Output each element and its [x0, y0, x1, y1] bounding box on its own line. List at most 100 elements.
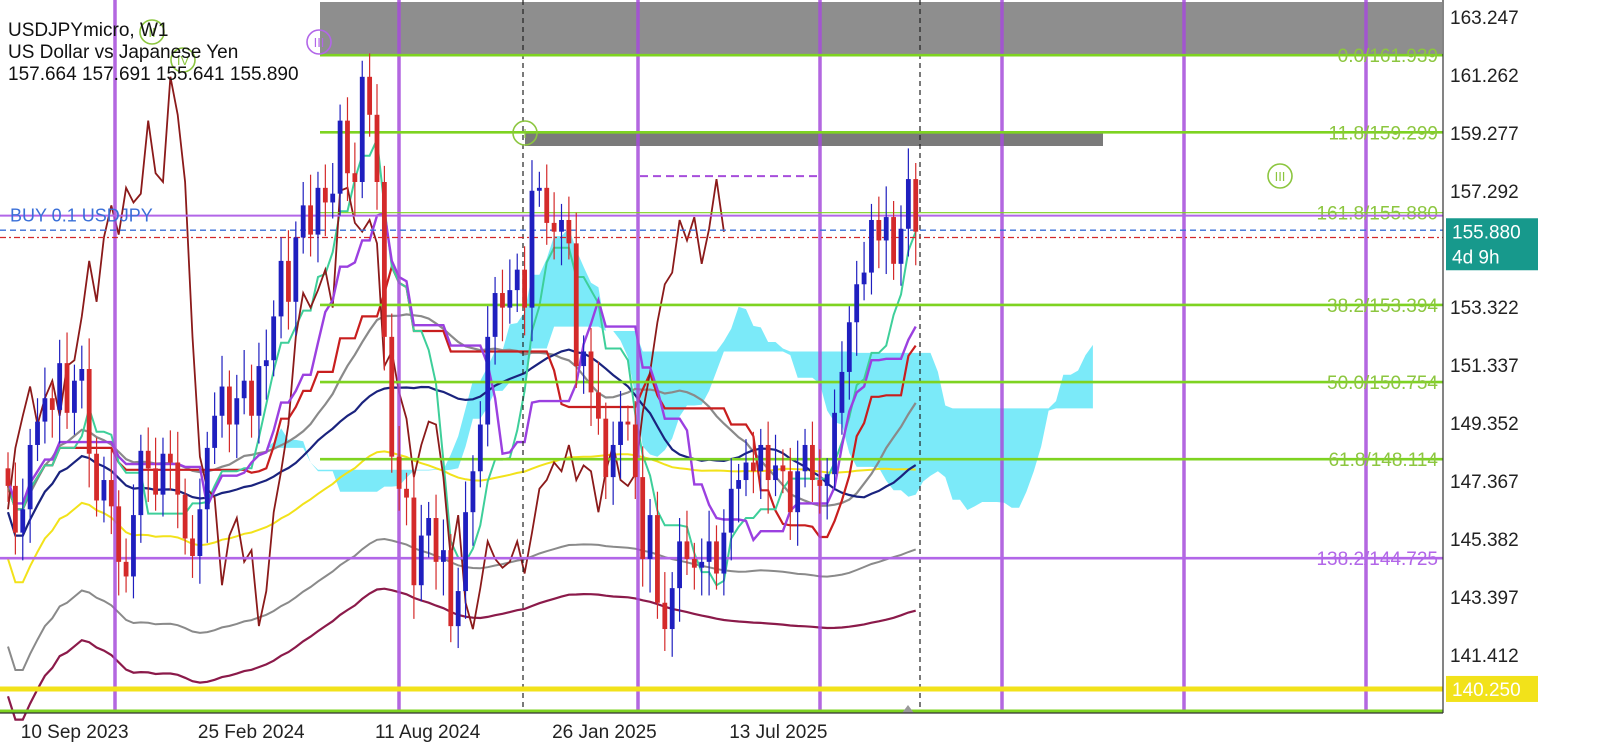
candle-body[interactable] — [263, 360, 269, 367]
candle-body[interactable] — [448, 550, 454, 627]
candle-body[interactable] — [662, 602, 668, 630]
candle-body[interactable] — [750, 462, 756, 472]
candle-body[interactable] — [204, 447, 210, 510]
candle-body[interactable] — [396, 456, 402, 489]
candle-body[interactable] — [655, 515, 660, 603]
candle-body[interactable] — [736, 480, 742, 489]
candle-body[interactable] — [581, 351, 587, 367]
candle-body[interactable] — [588, 351, 594, 393]
candle-body[interactable] — [49, 398, 55, 410]
candle-body[interactable] — [411, 497, 417, 586]
candle-body[interactable] — [5, 468, 11, 486]
candle-body[interactable] — [669, 588, 675, 630]
candle-body[interactable] — [795, 471, 801, 513]
candle-body[interactable] — [743, 462, 749, 481]
candle-body[interactable] — [765, 444, 771, 481]
candle-body[interactable] — [359, 76, 365, 183]
candle-body[interactable] — [787, 471, 793, 513]
candle-body[interactable] — [832, 412, 837, 475]
candle-body[interactable] — [153, 468, 158, 495]
candle-body[interactable] — [573, 243, 579, 367]
candle-body[interactable] — [94, 453, 99, 501]
candle-body[interactable] — [846, 322, 852, 372]
candle-body[interactable] — [20, 509, 26, 533]
candle-body[interactable] — [869, 219, 874, 273]
candle-body[interactable] — [197, 509, 203, 557]
candle-body[interactable] — [72, 380, 77, 413]
candle-body[interactable] — [182, 494, 188, 539]
candle-body[interactable] — [145, 450, 151, 469]
candle-body[interactable] — [241, 380, 247, 399]
candle-body[interactable] — [625, 421, 631, 425]
candle-body[interactable] — [551, 222, 557, 232]
candle-body[interactable] — [212, 415, 218, 448]
candle-body[interactable] — [677, 541, 682, 589]
candle-body[interactable] — [322, 187, 328, 203]
candle-body[interactable] — [500, 293, 505, 308]
candle-body[interactable] — [898, 228, 904, 264]
chart-window[interactable]: 0.0/161.939 11.8/159.299 161.8/155.880 38.2… — [0, 0, 1600, 745]
candle-body[interactable] — [714, 541, 719, 574]
candle-body[interactable] — [116, 506, 122, 562]
candle-body[interactable] — [618, 421, 623, 445]
candle-body[interactable] — [610, 444, 616, 478]
candle-body[interactable] — [780, 465, 786, 472]
candle-body[interactable] — [293, 237, 299, 302]
candle-body[interactable] — [463, 512, 468, 592]
candle-body[interactable] — [536, 187, 542, 191]
candle-body[interactable] — [603, 418, 609, 478]
candle-body[interactable] — [839, 371, 845, 413]
candle-body[interactable] — [271, 316, 277, 361]
candle-body[interactable] — [389, 336, 395, 457]
candle-body[interactable] — [101, 480, 107, 501]
candle-body[interactable] — [12, 485, 18, 533]
candle-body[interactable] — [699, 561, 705, 568]
candle-body[interactable] — [891, 217, 896, 264]
candle-body[interactable] — [758, 444, 764, 472]
candle-body[interactable] — [35, 421, 40, 445]
candle-body[interactable] — [721, 532, 727, 574]
candle-body[interactable] — [300, 205, 306, 238]
candle-body[interactable] — [647, 515, 653, 559]
candle-body[interactable] — [559, 219, 564, 232]
candle-body[interactable] — [728, 488, 734, 533]
candle-body[interactable] — [234, 398, 240, 425]
price-chart[interactable]: 0.0/161.939 11.8/159.299 161.8/155.880 38.2… — [0, 0, 1600, 745]
candle-body[interactable] — [876, 219, 882, 241]
candle-body[interactable] — [404, 488, 409, 498]
candle-body[interactable] — [632, 424, 638, 478]
candle-body[interactable] — [824, 474, 830, 486]
candle-body[interactable] — [802, 444, 808, 472]
candle-body[interactable] — [86, 369, 92, 454]
candle-body[interactable] — [433, 518, 439, 562]
candle-body[interactable] — [57, 363, 63, 410]
candle-body[interactable] — [167, 453, 173, 463]
candle-body[interactable] — [367, 76, 373, 115]
candle-body[interactable] — [477, 424, 483, 472]
candle-body[interactable] — [810, 444, 815, 481]
candle-body[interactable] — [418, 535, 424, 586]
candle-body[interactable] — [544, 187, 550, 223]
candle-body[interactable] — [138, 450, 144, 516]
candle-body[interactable] — [691, 558, 697, 568]
candle-body[interactable] — [566, 219, 572, 244]
candle-body[interactable] — [817, 480, 823, 486]
candle-body[interactable] — [249, 380, 254, 416]
candle-body[interactable] — [492, 293, 498, 337]
candle-body[interactable] — [64, 363, 70, 413]
candle-body[interactable] — [337, 120, 343, 194]
candle-body[interactable] — [79, 369, 85, 381]
candle-body[interactable] — [854, 284, 860, 323]
candle-body[interactable] — [190, 538, 195, 557]
candle-body[interactable] — [529, 190, 535, 308]
candle-body[interactable] — [861, 272, 867, 285]
candle-body[interactable] — [219, 386, 225, 416]
candle-body[interactable] — [514, 269, 520, 291]
candle-body[interactable] — [441, 550, 446, 562]
candle-body[interactable] — [596, 392, 601, 419]
candle-body[interactable] — [131, 515, 136, 577]
candle-body[interactable] — [175, 462, 181, 495]
candle-body[interactable] — [507, 290, 513, 308]
candle-body[interactable] — [381, 182, 387, 337]
candle-body[interactable] — [330, 193, 336, 203]
